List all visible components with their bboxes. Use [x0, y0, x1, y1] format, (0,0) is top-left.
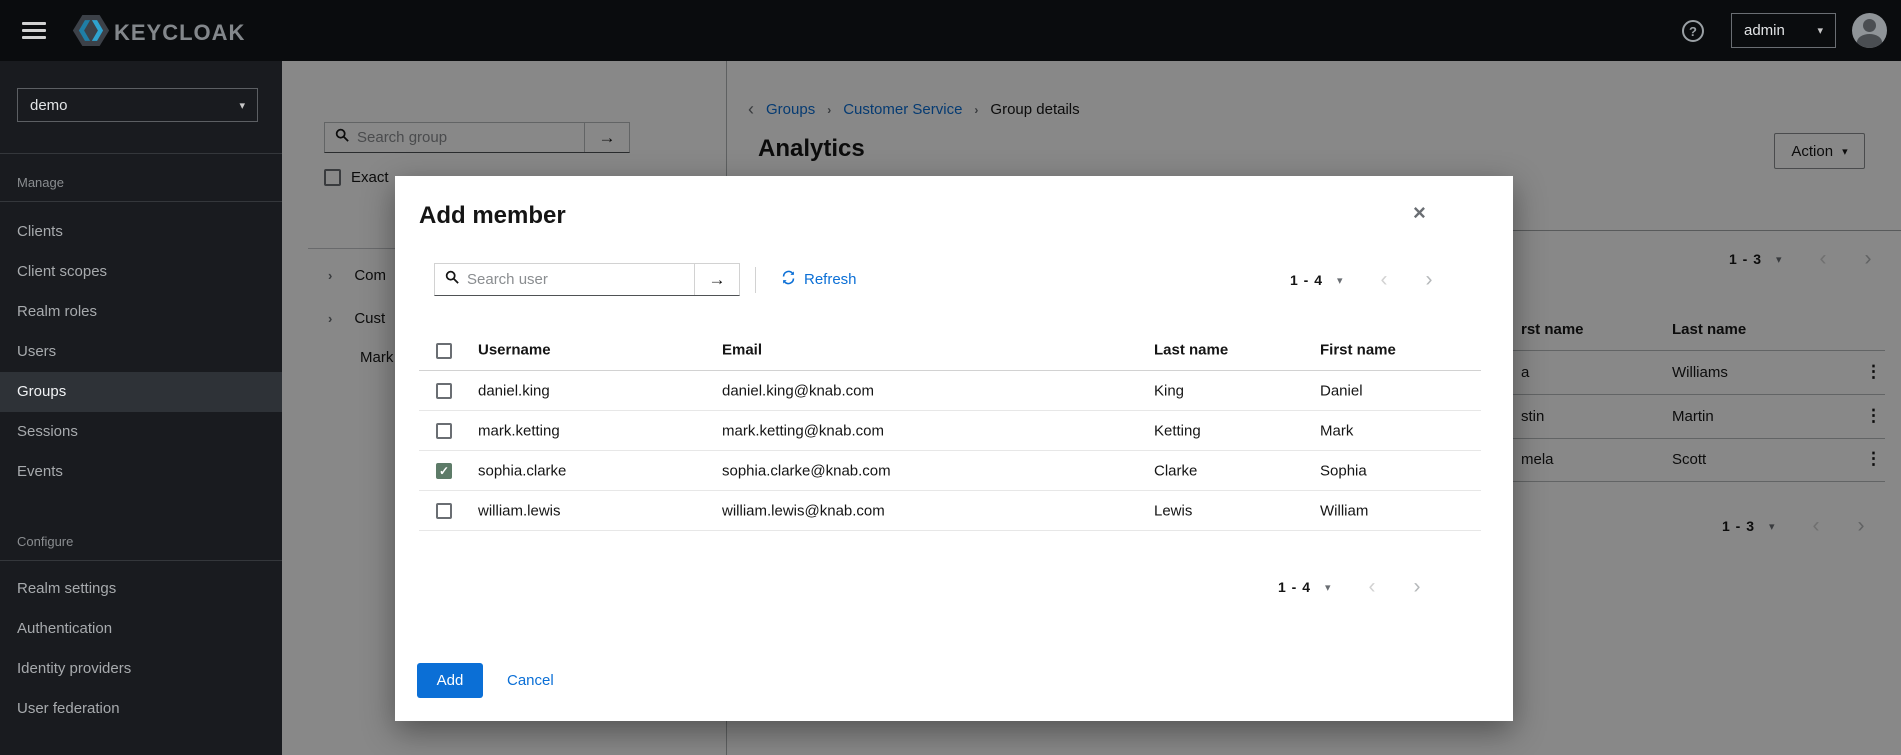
- sidebar-item-sessions[interactable]: Sessions: [0, 412, 282, 452]
- keycloak-logo[interactable]: KEYCLOAK: [72, 14, 245, 52]
- add-member-modal: Add member × → Refresh 1 - 4 ▾ ‹ ›: [395, 176, 1513, 721]
- cell-last-name: King: [1154, 382, 1184, 399]
- row-checkbox[interactable]: [436, 503, 452, 519]
- modal-pagination-top: 1 - 4 ▾ ‹ ›: [1290, 272, 1433, 288]
- chevron-down-icon[interactable]: ▾: [1325, 581, 1331, 594]
- sidebar-item-realm-roles[interactable]: Realm roles: [0, 292, 282, 332]
- search-user-input[interactable]: [467, 271, 647, 288]
- search-icon: [445, 270, 459, 289]
- help-icon[interactable]: ?: [1682, 20, 1704, 42]
- table-row: daniel.king daniel.king@knab.com King Da…: [419, 371, 1481, 411]
- avatar[interactable]: [1852, 13, 1887, 48]
- cell-username: william.lewis: [478, 502, 561, 519]
- col-last-name: Last name: [1154, 342, 1228, 359]
- users-table: Username Email Last name First name dani…: [419, 330, 1481, 531]
- cell-email: mark.ketting@knab.com: [722, 422, 884, 439]
- username-label: admin: [1744, 22, 1785, 39]
- col-first-name: First name: [1320, 342, 1396, 359]
- cell-first-name: Mark: [1320, 422, 1353, 439]
- pagination-range: 1 - 4: [1290, 272, 1323, 288]
- divider: [0, 560, 282, 561]
- chevron-down-icon: ▾: [1817, 24, 1823, 37]
- configure-nav: Realm settings Authentication Identity p…: [0, 569, 282, 729]
- cell-first-name: Sophia: [1320, 462, 1367, 479]
- prev-page-icon[interactable]: ‹: [1381, 273, 1388, 287]
- users-table-header: Username Email Last name First name: [419, 330, 1481, 371]
- table-row: sophia.clarke sophia.clarke@knab.com Cla…: [419, 451, 1481, 491]
- sidebar-item-identity-providers[interactable]: Identity providers: [0, 649, 282, 689]
- next-page-icon[interactable]: ›: [1426, 273, 1433, 287]
- row-checkbox-checked[interactable]: [436, 463, 452, 479]
- select-all-checkbox[interactable]: [436, 343, 452, 359]
- cell-username: mark.ketting: [478, 422, 560, 439]
- row-checkbox[interactable]: [436, 423, 452, 439]
- cell-username: daniel.king: [478, 382, 550, 399]
- sidebar-item-clients[interactable]: Clients: [0, 212, 282, 252]
- manage-nav: Clients Client scopes Realm roles Users …: [0, 212, 282, 492]
- chevron-down-icon: ▾: [239, 99, 245, 112]
- cell-email: william.lewis@knab.com: [722, 502, 885, 519]
- close-icon[interactable]: ×: [1413, 200, 1426, 226]
- section-label-configure: Configure: [17, 534, 73, 549]
- chevron-down-icon[interactable]: ▾: [1337, 274, 1343, 287]
- brand-text: KEYCLOAK: [114, 20, 245, 46]
- divider: [0, 201, 282, 202]
- sidebar-item-client-scopes[interactable]: Client scopes: [0, 252, 282, 292]
- refresh-label: Refresh: [804, 271, 857, 288]
- realm-name: demo: [30, 97, 68, 114]
- divider: [0, 153, 282, 154]
- prev-page-icon[interactable]: ‹: [1369, 580, 1376, 594]
- keycloak-admin-screen: KEYCLOAK ? admin ▾ demo ▾ Manage Clients…: [0, 0, 1901, 755]
- col-username: Username: [478, 342, 551, 359]
- table-row: mark.ketting mark.ketting@knab.com Ketti…: [419, 411, 1481, 451]
- divider: [755, 267, 756, 293]
- sidebar-item-authentication[interactable]: Authentication: [0, 609, 282, 649]
- cancel-button[interactable]: Cancel: [507, 672, 554, 689]
- cell-username: sophia.clarke: [478, 462, 566, 479]
- cell-last-name: Lewis: [1154, 502, 1192, 519]
- realm-selector[interactable]: demo ▾: [17, 88, 258, 122]
- modal-title: Add member: [419, 202, 566, 230]
- row-checkbox[interactable]: [436, 383, 452, 399]
- sidebar-item-user-federation[interactable]: User federation: [0, 689, 282, 729]
- sidebar-item-realm-settings[interactable]: Realm settings: [0, 569, 282, 609]
- pagination-range: 1 - 4: [1278, 579, 1311, 595]
- cell-email: daniel.king@knab.com: [722, 382, 874, 399]
- section-label-manage: Manage: [17, 175, 64, 190]
- cell-email: sophia.clarke@knab.com: [722, 462, 891, 479]
- refresh-button[interactable]: Refresh: [781, 270, 857, 289]
- col-email: Email: [722, 342, 762, 359]
- refresh-icon: [781, 270, 796, 289]
- search-user-box: →: [434, 263, 740, 296]
- sidebar-item-users[interactable]: Users: [0, 332, 282, 372]
- hamburger-menu-icon[interactable]: [22, 22, 46, 40]
- add-button[interactable]: Add: [417, 663, 483, 698]
- sidebar: demo ▾ Manage Clients Client scopes Real…: [0, 61, 282, 755]
- cell-first-name: Daniel: [1320, 382, 1363, 399]
- cell-last-name: Clarke: [1154, 462, 1197, 479]
- sidebar-item-events[interactable]: Events: [0, 452, 282, 492]
- user-menu-dropdown[interactable]: admin ▾: [1731, 13, 1836, 48]
- cell-last-name: Ketting: [1154, 422, 1201, 439]
- search-submit-button[interactable]: →: [694, 264, 739, 295]
- next-page-icon[interactable]: ›: [1414, 580, 1421, 594]
- keycloak-logo-icon: [72, 14, 110, 52]
- table-row: william.lewis william.lewis@knab.com Lew…: [419, 491, 1481, 531]
- modal-pagination-bottom: 1 - 4 ▾ ‹ ›: [1278, 579, 1421, 595]
- masthead: KEYCLOAK ? admin ▾: [0, 0, 1901, 61]
- cell-first-name: William: [1320, 502, 1368, 519]
- sidebar-item-groups[interactable]: Groups: [0, 372, 282, 412]
